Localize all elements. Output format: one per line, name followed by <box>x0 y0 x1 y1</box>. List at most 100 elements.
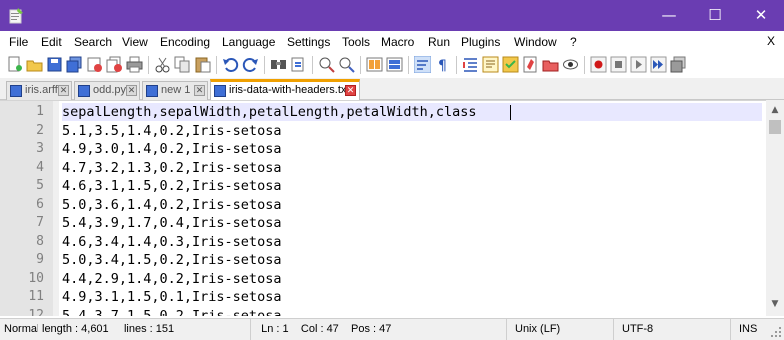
folder-workspace-icon[interactable] <box>502 56 519 73</box>
function-list-icon[interactable] <box>482 56 499 73</box>
text-line[interactable]: 4.9,3.1,1.5,0.1,Iris-setosa <box>62 288 762 306</box>
tab-iris-arff[interactable]: iris.arff ✕ <box>6 81 72 100</box>
tab-label: odd.py <box>93 84 127 96</box>
save-icon[interactable] <box>46 56 63 73</box>
toolbar-separator <box>360 56 361 74</box>
text-line[interactable]: sepalLength,sepalWidth,petalLength,petal… <box>62 103 762 121</box>
tab-close-button[interactable]: ✕ <box>345 85 356 96</box>
text-line[interactable]: 4.6,3.1,1.5,0.2,Iris-setosa <box>62 177 762 195</box>
text-line[interactable]: 5.4,3.9,1.7,0.4,Iris-setosa <box>62 214 762 232</box>
close-all-icon[interactable] <box>106 56 123 73</box>
toolbar-separator <box>408 56 409 74</box>
scroll-down-button[interactable]: ▼ <box>766 296 784 313</box>
menu-help[interactable]: ? <box>570 34 577 50</box>
show-all-chars-icon[interactable]: ¶ <box>434 56 451 73</box>
fold-margin[interactable] <box>53 101 59 316</box>
line-number: 12 <box>28 307 44 317</box>
saved-file-icon <box>78 85 90 97</box>
close-document-button[interactable]: X <box>767 34 775 48</box>
paste-icon[interactable] <box>194 56 211 73</box>
minimize-button[interactable]: — <box>646 0 692 31</box>
tab-label: new 1 <box>161 84 191 96</box>
replace-icon[interactable] <box>290 56 307 73</box>
line-number-gutter: 1 2 3 4 5 6 7 8 9 10 11 12 <box>0 101 53 316</box>
menu-view[interactable]: View <box>122 34 148 50</box>
tab-close-button[interactable]: ✕ <box>194 85 205 96</box>
save-macro-icon[interactable] <box>670 56 687 73</box>
find-icon[interactable] <box>270 56 287 73</box>
text-line[interactable]: 5.0,3.4,1.5,0.2,Iris-setosa <box>62 251 762 269</box>
stop-macro-icon[interactable] <box>610 56 627 73</box>
menu-file[interactable]: File <box>9 34 28 50</box>
open-file-icon[interactable] <box>26 56 43 73</box>
folder-as-workspace-icon[interactable] <box>542 56 559 73</box>
text-line[interactable]: 4.9,3.0,1.4,0.2,Iris-setosa <box>62 140 762 158</box>
tab-odd-py[interactable]: odd.py ✕ <box>74 81 140 100</box>
status-bar: Normal text file length : 4,601 lines : … <box>0 318 784 340</box>
line-number: 11 <box>28 289 44 304</box>
status-length: length : 4,601 <box>42 323 109 335</box>
undo-icon[interactable] <box>222 56 239 73</box>
tab-iris-data-with-headers[interactable]: iris-data-with-headers.txt ✕ <box>210 79 360 101</box>
cut-icon[interactable] <box>154 56 171 73</box>
close-icon[interactable] <box>86 56 103 73</box>
status-eol[interactable]: Unix (LF) <box>506 319 613 340</box>
sync-horizontal-icon[interactable] <box>386 56 403 73</box>
status-length-lines: length : 4,601 lines : 151 <box>38 319 250 340</box>
menu-settings[interactable]: Settings <box>287 34 330 50</box>
menu-run[interactable]: Run <box>428 34 450 50</box>
record-macro-icon[interactable] <box>590 56 607 73</box>
menu-edit[interactable]: Edit <box>41 34 62 50</box>
menu-tools[interactable]: Tools <box>342 34 370 50</box>
tab-new-1[interactable]: new 1 ✕ <box>142 81 208 100</box>
resize-grip-icon[interactable] <box>770 326 782 338</box>
maximize-button[interactable]: ☐ <box>692 0 738 31</box>
text-line[interactable]: 4.6,3.4,1.4,0.3,Iris-setosa <box>62 233 762 251</box>
menu-plugins[interactable]: Plugins <box>461 34 500 50</box>
close-window-button[interactable]: ✕ <box>738 0 784 31</box>
toolbar-separator <box>148 56 149 74</box>
play-macro-icon[interactable] <box>630 56 647 73</box>
status-doc-type: Normal text file <box>4 323 38 335</box>
menu-language[interactable]: Language <box>222 34 275 50</box>
toolbar-separator <box>264 56 265 74</box>
svg-text:¶: ¶ <box>438 58 447 73</box>
scroll-thumb[interactable] <box>769 120 781 134</box>
indent-guide-icon[interactable] <box>462 56 479 73</box>
text-line[interactable]: 5.4,3.7,1.5,0.2,Iris-setosa <box>62 307 762 317</box>
tab-close-button[interactable]: ✕ <box>58 85 69 96</box>
text-line[interactable]: 4.7,3.2,1.3,0.2,Iris-setosa <box>62 159 762 177</box>
sync-vertical-icon[interactable] <box>366 56 383 73</box>
copy-icon[interactable] <box>174 56 191 73</box>
line-number: 9 <box>36 252 44 267</box>
title-bar: — ☐ ✕ <box>0 0 784 31</box>
document-map-icon[interactable] <box>522 56 539 73</box>
text-caret <box>510 105 511 120</box>
line-number: 2 <box>36 122 44 138</box>
status-pos: Pos : 47 <box>351 323 392 335</box>
text-line[interactable]: 5.1,3.5,1.4,0.2,Iris-setosa <box>62 122 762 140</box>
word-wrap-icon[interactable] <box>414 56 431 73</box>
redo-icon[interactable] <box>242 56 259 73</box>
menu-search[interactable]: Search <box>74 34 112 50</box>
editor-area[interactable]: 1 2 3 4 5 6 7 8 9 10 11 12 sepalLength,sepalWidth,p… <box>0 100 784 316</box>
print-icon[interactable] <box>126 56 143 73</box>
menu-encoding[interactable]: Encoding <box>160 34 210 50</box>
vertical-scrollbar[interactable]: ▲ ▼ <box>766 100 784 316</box>
zoom-out-icon[interactable] <box>338 56 355 73</box>
run-macro-multiple-icon[interactable] <box>650 56 667 73</box>
text-line[interactable]: 4.4,2.9,1.4,0.2,Iris-setosa <box>62 270 762 288</box>
text-line[interactable]: 5.0,3.6,1.4,0.2,Iris-setosa <box>62 196 762 214</box>
monitoring-icon[interactable] <box>562 56 579 73</box>
zoom-in-icon[interactable] <box>318 56 335 73</box>
menu-window[interactable]: Window <box>514 34 557 50</box>
new-file-icon[interactable] <box>6 56 23 73</box>
tab-close-button[interactable]: ✕ <box>126 85 137 96</box>
status-encoding[interactable]: UTF-8 <box>613 319 730 340</box>
save-all-icon[interactable] <box>66 56 83 73</box>
saved-file-icon <box>214 85 226 97</box>
scroll-up-button[interactable]: ▲ <box>766 102 784 119</box>
menu-macro[interactable]: Macro <box>381 34 414 50</box>
tab-label: iris.arff <box>25 84 58 96</box>
status-ln: Ln : 1 <box>261 323 289 335</box>
